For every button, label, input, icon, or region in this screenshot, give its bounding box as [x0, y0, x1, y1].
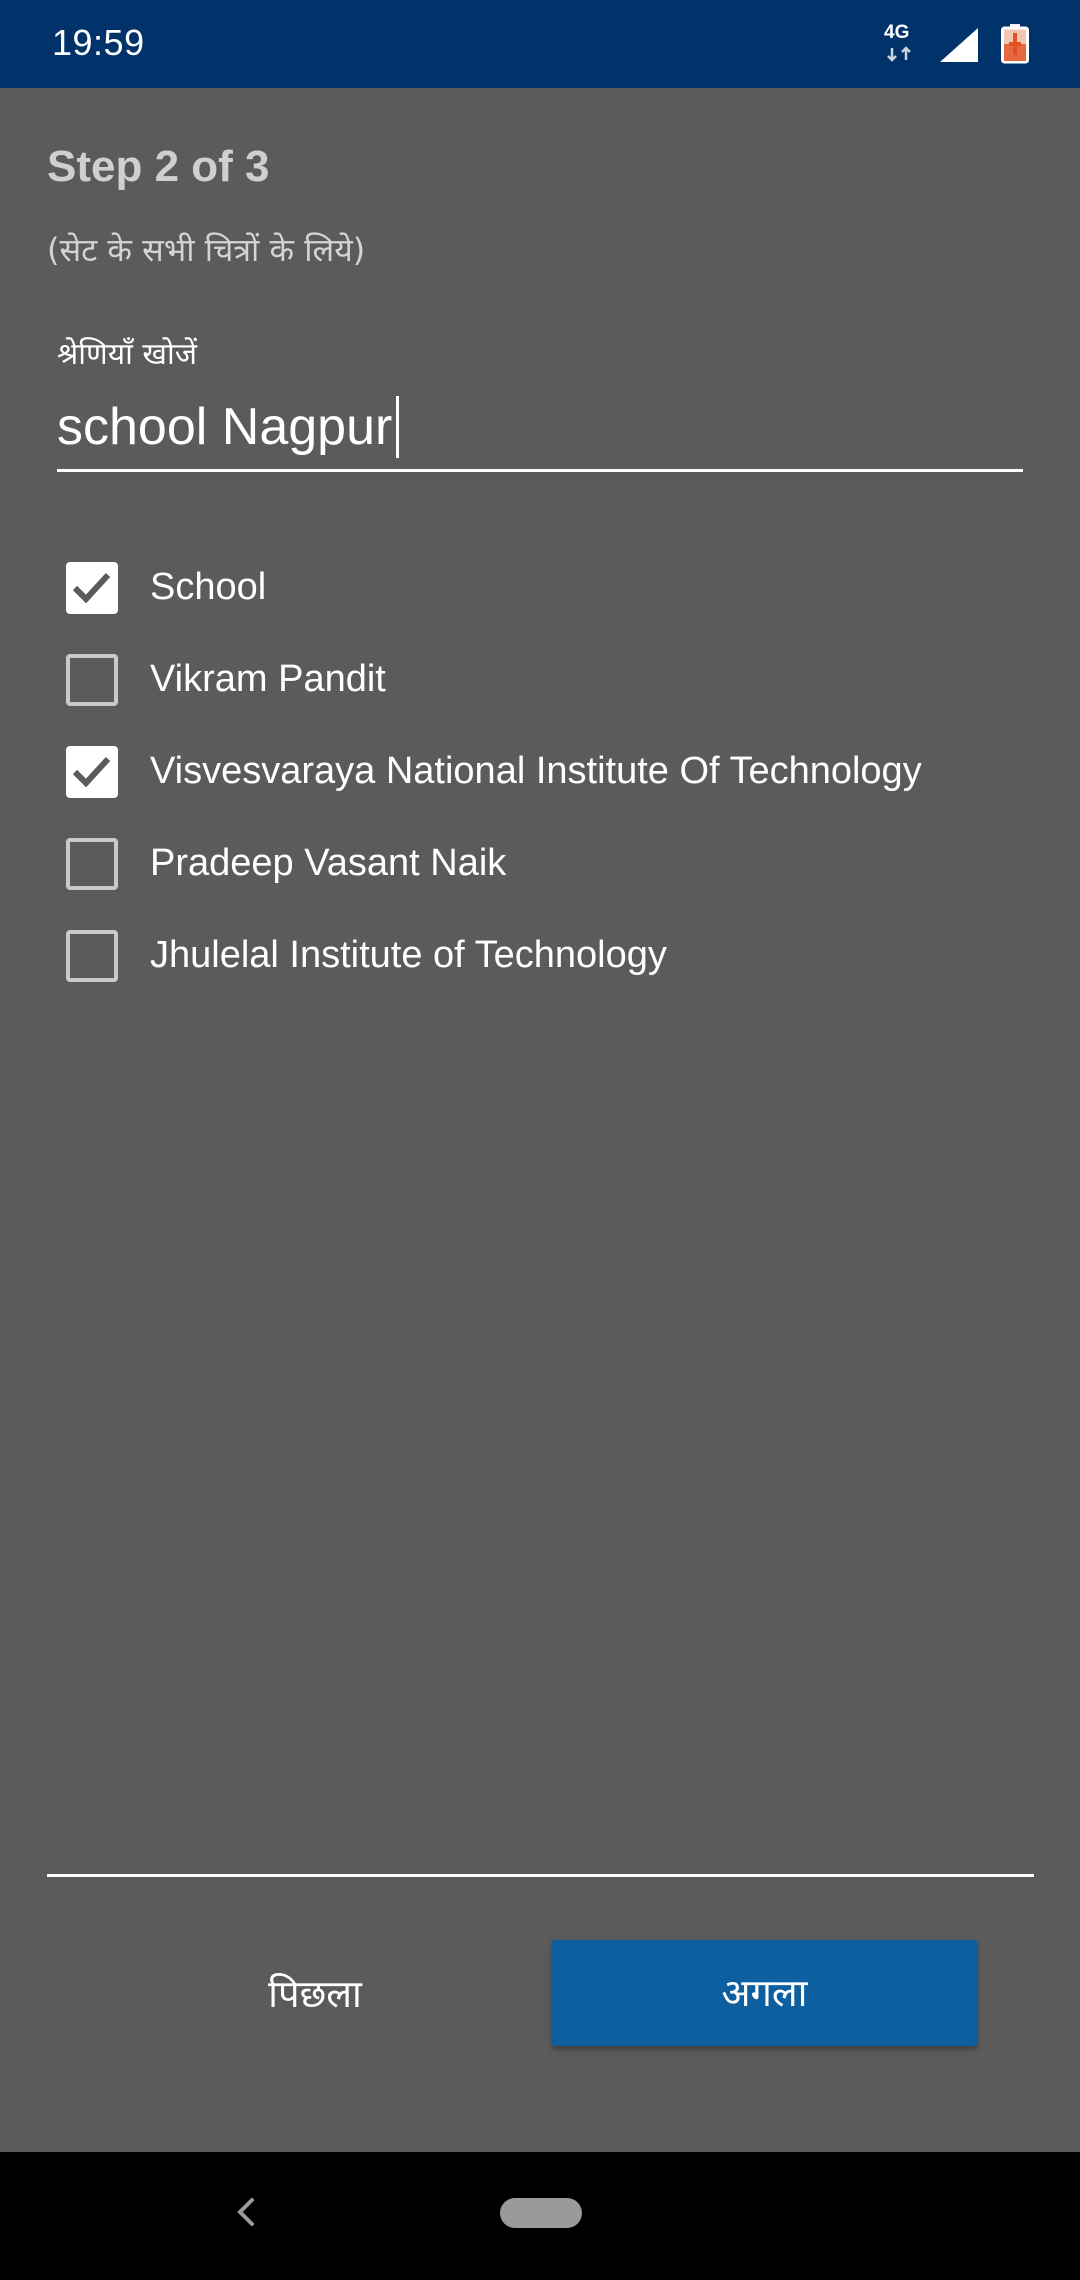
checkbox-checked[interactable]	[66, 562, 118, 614]
divider	[47, 1874, 1034, 1877]
category-item-pradeep-vasant-naik[interactable]: Pradeep Vasant Naik	[0, 826, 1080, 906]
category-label: Visvesvaraya National Institute Of Techn…	[150, 750, 922, 792]
home-pill-icon[interactable]	[500, 2198, 582, 2228]
category-label: School	[150, 566, 267, 608]
category-item-jhulelal-institute[interactable]: Jhulelal Institute of Technology	[0, 918, 1080, 998]
checkbox-unchecked[interactable]	[66, 654, 118, 706]
checkbox-checked[interactable]	[66, 746, 118, 798]
category-item-vnit[interactable]: Visvesvaraya National Institute Of Techn…	[0, 734, 1080, 814]
category-label: Pradeep Vasant Naik	[150, 842, 507, 884]
category-label: Jhulelal Institute of Technology	[150, 934, 667, 976]
search-label: श्रेणियाँ खोजें	[57, 337, 197, 372]
category-label: Vikram Pandit	[150, 658, 386, 700]
category-item-school[interactable]: School	[0, 550, 1080, 630]
category-item-vikram-pandit[interactable]: Vikram Pandit	[0, 642, 1080, 722]
navigation-bar	[0, 2152, 1080, 2280]
previous-button[interactable]: पिछला	[160, 1940, 470, 2048]
checkbox-unchecked[interactable]	[66, 838, 118, 890]
status-bar: 19:59 4G	[0, 0, 1080, 88]
text-cursor	[396, 396, 399, 458]
next-button[interactable]: अगला	[552, 1940, 977, 2046]
status-time: 19:59	[52, 22, 145, 63]
checkmark-icon	[72, 756, 111, 788]
checkmark-icon	[72, 572, 111, 604]
step-title: Step 2 of 3	[47, 142, 270, 191]
step-subtitle: (सेट के सभी चित्रों के लिये)	[47, 231, 366, 269]
battery-icon	[1001, 24, 1029, 64]
search-input[interactable]	[57, 388, 1023, 466]
back-icon[interactable]	[226, 2192, 266, 2232]
checkbox-unchecked[interactable]	[66, 930, 118, 982]
network-4g-icon: 4G	[882, 22, 922, 66]
search-field[interactable]	[57, 388, 1023, 472]
signal-icon	[940, 28, 978, 62]
